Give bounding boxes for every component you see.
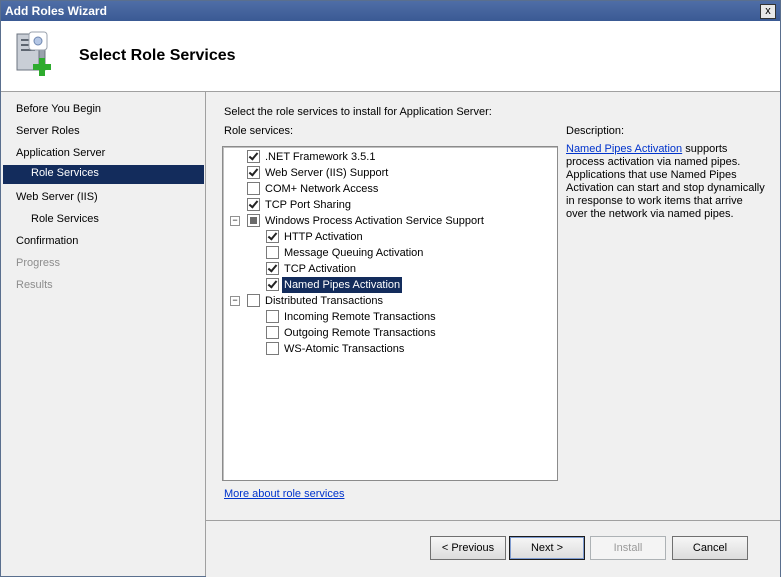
tree-row-label-selected: Named Pipes Activation [282,277,403,293]
nav-item-label: Role Services [31,167,99,179]
server-add-icon [16,31,51,76]
description-link[interactable]: Named Pipes Activation [566,143,682,155]
tree-row-label: Web Server (IIS) Support [265,167,389,179]
cancel-button[interactable]: Cancel [672,536,748,560]
tree-row-named-pipes-activation[interactable]: Named Pipes Activation [223,277,553,293]
wizard-footer: < Previous Next > Install Cancel [206,520,780,577]
content-pane: Select the role services to install for … [206,92,780,520]
nav-item-confirmation[interactable]: Confirmation [16,232,78,250]
next-button[interactable]: Next > [509,536,585,560]
nav-item-web-role-services[interactable]: Role Services [31,210,99,228]
more-about-role-services-link[interactable]: More about role services [224,488,344,500]
wizard-window: Add Roles Wizard x Select Role Services … [0,0,781,577]
checkbox[interactable] [247,214,260,227]
previous-button[interactable]: < Previous [430,536,506,560]
tree-row-incoming-remote-transactions[interactable]: Incoming Remote Transactions [223,309,553,325]
checkbox[interactable] [266,278,279,291]
tree-row-label: Incoming Remote Transactions [284,311,436,323]
nav-item-application-server[interactable]: Application Server [16,144,105,162]
tree-row-label: COM+ Network Access [265,183,379,195]
title-bar[interactable]: Add Roles Wizard x [1,1,780,21]
nav-item-before-you-begin[interactable]: Before You Begin [16,100,101,118]
checkbox[interactable] [266,262,279,275]
tree-row-was-support[interactable]: − Windows Process Activation Service Sup… [223,213,553,229]
checkbox[interactable] [266,310,279,323]
wizard-header: Select Role Services [1,21,780,92]
checkbox[interactable] [266,342,279,355]
wizard-nav: Before You Begin Server Roles Applicatio… [1,92,206,576]
tree-row-ws-atomic-transactions[interactable]: WS-Atomic Transactions [223,341,553,357]
tree-row-web-server-support[interactable]: Web Server (IIS) Support [223,165,553,181]
tree-row-distributed-transactions[interactable]: − Distributed Transactions [223,293,553,309]
checkbox[interactable] [266,246,279,259]
page-title: Select Role Services [79,47,236,64]
tree-row-label: WS-Atomic Transactions [284,343,405,355]
description-title: Description: [566,125,625,137]
tree-row-com-network-access[interactable]: COM+ Network Access [223,181,553,197]
close-button[interactable]: x [760,4,776,19]
tree-row-label: Message Queuing Activation [284,247,424,259]
tree-row-label: HTTP Activation [284,231,363,243]
role-services-label: Role services: [224,125,294,137]
tree-row-label: Outgoing Remote Transactions [284,327,436,339]
tree-row-tcp-activation[interactable]: TCP Activation [223,261,553,277]
nav-item-web-server[interactable]: Web Server (IIS) [16,188,98,206]
tree-row-tcp-port-sharing[interactable]: TCP Port Sharing [223,197,553,213]
tree-row-http-activation[interactable]: HTTP Activation [223,229,553,245]
nav-item-server-roles[interactable]: Server Roles [16,122,80,140]
instruction-text: Select the role services to install for … [224,106,492,118]
tree-row-outgoing-remote-transactions[interactable]: Outgoing Remote Transactions [223,325,553,341]
tree-row-msmq-activation[interactable]: Message Queuing Activation [223,245,553,261]
nav-item-progress: Progress [16,257,61,269]
description-text: Named Pipes Activation supports process … [566,143,766,221]
install-button[interactable]: Install [590,536,666,560]
tree-row-label: TCP Activation [284,263,356,275]
tree-row-net-framework[interactable]: .NET Framework 3.5.1 [223,149,553,165]
tree-row-label: Windows Process Activation Service Suppo… [265,215,484,227]
checkbox[interactable] [266,326,279,339]
nav-item-role-services-selected[interactable]: Role Services [3,165,204,184]
checkbox[interactable] [266,230,279,243]
checkbox[interactable] [247,294,260,307]
collapse-icon[interactable]: − [230,296,240,306]
window-title: Add Roles Wizard [5,4,107,18]
checkbox[interactable] [247,166,260,179]
tree-row-label: Distributed Transactions [265,295,383,307]
checkbox[interactable] [247,150,260,163]
collapse-icon[interactable]: − [230,216,240,226]
tree-row-label: .NET Framework 3.5.1 [265,151,376,163]
checkbox[interactable] [247,182,260,195]
checkbox[interactable] [247,198,260,211]
role-services-tree[interactable]: .NET Framework 3.5.1 Web Server (IIS) Su… [222,146,558,481]
tree-row-label: TCP Port Sharing [265,199,352,211]
nav-item-results: Results [16,279,53,291]
